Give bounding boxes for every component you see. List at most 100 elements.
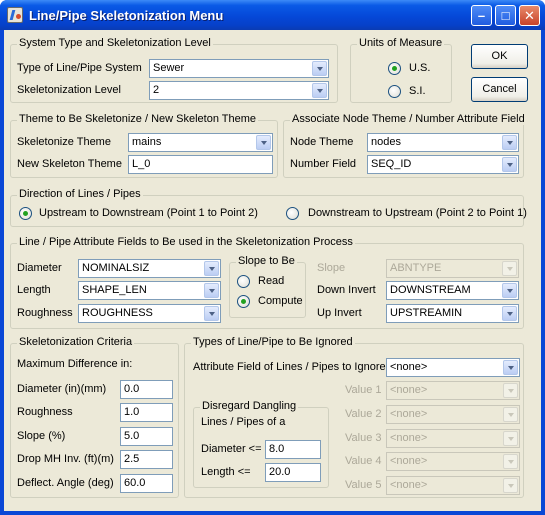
system-type-dropdown[interactable]: Sewer xyxy=(149,59,329,78)
system-type-value: Sewer xyxy=(153,62,185,74)
chevron-down-icon[interactable] xyxy=(312,61,327,76)
dangling-diameter-label: Diameter <= xyxy=(201,443,262,455)
ignore-value-1-dropdown: <none> xyxy=(386,381,520,400)
drop-mh-label: Drop MH Inv. (ft)(m) xyxy=(17,453,114,465)
skeleton-level-dropdown[interactable]: 2 xyxy=(149,81,329,100)
roughness-criteria-value: 1.0 xyxy=(124,406,140,418)
minimize-button[interactable]: – xyxy=(471,5,492,26)
upstream-to-downstream-label[interactable]: Upstream to Downstream (Point 1 to Point… xyxy=(39,207,258,219)
dangling-length-value: 20.0 xyxy=(269,466,291,478)
dangling-diameter-value: 8.0 xyxy=(269,443,285,455)
dangling-length-input[interactable]: 20.0 xyxy=(265,463,321,482)
chevron-down-icon[interactable] xyxy=(204,283,219,298)
slope-criteria-input[interactable]: 5.0 xyxy=(120,427,173,446)
slope-field-label: Slope xyxy=(317,262,346,274)
diameter-criteria-input[interactable]: 0.0 xyxy=(120,380,173,399)
units-si-radio[interactable] xyxy=(388,85,401,98)
slope-to-be-group: Slope to Be Read Compute xyxy=(229,255,306,318)
drop-mh-input[interactable]: 2.5 xyxy=(120,450,173,469)
attribute-fields-group-title: Line / Pipe Attribute Fields to Be used … xyxy=(17,236,355,248)
new-skeleton-theme-label: New Skeleton Theme xyxy=(17,158,122,170)
number-field-value: SEQ_ID xyxy=(371,158,412,170)
title-bar[interactable]: Line/Pipe Skeletonization Menu – □ ✕ xyxy=(0,0,545,30)
ignore-attribute-dropdown[interactable]: <none> xyxy=(386,358,520,377)
ignore-value-2-label: Value 2 xyxy=(345,408,382,420)
chevron-down-icon[interactable] xyxy=(312,83,327,98)
ignore-value-2-value: <none> xyxy=(390,408,428,420)
ignore-value-5-label: Value 5 xyxy=(345,479,382,491)
roughness-field-label: Roughness xyxy=(17,307,73,319)
ignore-value-3-label: Value 3 xyxy=(345,432,382,444)
deflect-angle-input[interactable]: 60.0 xyxy=(120,474,173,493)
ignore-value-4-label: Value 4 xyxy=(345,455,382,467)
chevron-down-icon xyxy=(503,478,518,493)
skeleton-criteria-group: Skeletonization Criteria Maximum Differe… xyxy=(10,336,179,498)
skeletonize-theme-label: Skeletonize Theme xyxy=(17,136,111,148)
chevron-down-icon[interactable] xyxy=(502,135,517,150)
drop-mh-value: 2.5 xyxy=(124,453,140,465)
ignore-attribute-label: Attribute Field of Lines / Pipes to Igno… xyxy=(193,361,386,373)
ok-button[interactable]: OK xyxy=(471,44,528,69)
roughness-field-dropdown[interactable]: ROUGHNESS xyxy=(78,304,221,323)
deflect-angle-value: 60.0 xyxy=(124,477,146,489)
new-skeleton-theme-input[interactable]: L_0 xyxy=(128,155,273,174)
units-us-label[interactable]: U.S. xyxy=(409,62,430,74)
skeleton-level-value: 2 xyxy=(153,84,160,96)
upstream-to-downstream-radio[interactable] xyxy=(19,207,32,220)
dangling-diameter-input[interactable]: 8.0 xyxy=(265,440,321,459)
node-theme-dropdown[interactable]: nodes xyxy=(367,133,519,152)
down-invert-dropdown[interactable]: DOWNSTREAM xyxy=(386,281,519,300)
ignored-types-group: Types of Line/Pipe to Be Ignored Attribu… xyxy=(184,336,524,498)
chevron-down-icon[interactable] xyxy=(502,283,517,298)
slope-compute-label[interactable]: Compute xyxy=(258,295,303,307)
chevron-down-icon xyxy=(502,261,517,276)
window-title: Line/Pipe Skeletonization Menu xyxy=(29,8,224,23)
down-invert-value: DOWNSTREAM xyxy=(390,284,471,296)
up-invert-dropdown[interactable]: UPSTREAMIN xyxy=(386,304,519,323)
downstream-to-upstream-label[interactable]: Downstream to Upstream (Point 2 to Point… xyxy=(308,207,527,219)
deflect-angle-label: Deflect. Angle (deg) xyxy=(17,477,114,489)
chevron-down-icon[interactable] xyxy=(256,135,271,150)
cancel-button[interactable]: Cancel xyxy=(471,77,528,102)
system-type-label: Type of Line/Pipe System xyxy=(17,62,142,74)
dangling-group: Disregard Dangling Lines / Pipes of a Di… xyxy=(193,400,329,488)
chevron-down-icon[interactable] xyxy=(502,157,517,172)
diameter-criteria-label: Diameter (in)(mm) xyxy=(17,383,107,395)
ignore-value-1-value: <none> xyxy=(390,384,428,396)
system-type-group-title: System Type and Skeletonization Level xyxy=(17,37,213,49)
maximize-button[interactable]: □ xyxy=(495,5,516,26)
max-difference-heading: Maximum Difference in: xyxy=(17,358,133,370)
chevron-down-icon[interactable] xyxy=(204,261,219,276)
skeleton-criteria-group-title: Skeletonization Criteria xyxy=(17,336,135,348)
downstream-to-upstream-radio[interactable] xyxy=(286,207,299,220)
diameter-criteria-value: 0.0 xyxy=(124,383,140,395)
slope-field-dropdown: ABNTYPE xyxy=(386,259,519,278)
chevron-down-icon xyxy=(503,407,518,422)
diameter-field-dropdown[interactable]: NOMINALSIZ xyxy=(78,259,221,278)
close-button[interactable]: ✕ xyxy=(519,5,540,26)
number-field-dropdown[interactable]: SEQ_ID xyxy=(367,155,519,174)
chevron-down-icon[interactable] xyxy=(204,306,219,321)
slope-criteria-label: Slope (%) xyxy=(17,430,66,442)
ignore-value-5-value: <none> xyxy=(390,479,428,491)
chevron-down-icon[interactable] xyxy=(502,306,517,321)
new-skeleton-theme-value: L_0 xyxy=(132,158,151,170)
skeletonize-theme-dropdown[interactable]: mains xyxy=(128,133,273,152)
attribute-fields-group: Line / Pipe Attribute Fields to Be used … xyxy=(10,236,524,329)
chevron-down-icon[interactable] xyxy=(503,360,518,375)
slope-to-be-group-title: Slope to Be xyxy=(236,255,297,267)
slope-read-label[interactable]: Read xyxy=(258,275,284,287)
length-field-dropdown[interactable]: SHAPE_LEN xyxy=(78,281,221,300)
slope-read-radio[interactable] xyxy=(237,275,250,288)
length-field-value: SHAPE_LEN xyxy=(82,284,147,296)
up-invert-value: UPSTREAMIN xyxy=(390,307,463,319)
system-type-group: System Type and Skeletonization Level Ty… xyxy=(10,37,338,103)
slope-compute-radio[interactable] xyxy=(237,295,250,308)
dialog-body: System Type and Skeletonization Level Ty… xyxy=(4,30,541,511)
units-us-radio[interactable] xyxy=(388,62,401,75)
ignore-value-4-value: <none> xyxy=(390,455,428,467)
roughness-criteria-label: Roughness xyxy=(17,406,73,418)
roughness-criteria-input[interactable]: 1.0 xyxy=(120,403,173,422)
node-theme-value: nodes xyxy=(371,136,401,148)
units-si-label[interactable]: S.I. xyxy=(409,85,426,97)
